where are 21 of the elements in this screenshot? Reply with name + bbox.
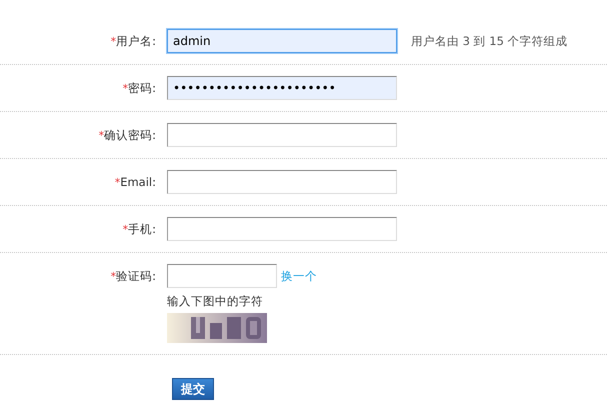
field-label: 验证码: (116, 268, 156, 284)
field-label: Email: (120, 175, 156, 189)
required-mark: * (122, 82, 128, 94)
field-hint: 用户名由 3 到 15 个字符组成 (411, 34, 568, 48)
field-label: 用户名: (116, 34, 156, 48)
input-field[interactable]: admin (167, 29, 397, 53)
input-field[interactable] (167, 264, 277, 288)
input-field[interactable] (167, 123, 397, 147)
input-field[interactable] (167, 170, 397, 194)
field-label: 密码: (128, 80, 156, 96)
required-mark: * (110, 34, 116, 48)
required-mark: * (98, 128, 104, 142)
captcha-instruction: 输入下图中的字符 (167, 294, 264, 309)
submit-button[interactable]: 提交 (172, 378, 214, 400)
required-mark: * (114, 176, 120, 188)
required-mark: * (122, 222, 128, 236)
input-field[interactable] (167, 217, 397, 241)
required-mark: * (110, 270, 116, 282)
field-label: 手机: (128, 222, 156, 236)
input-field[interactable]: ••••••••••••••••••••••• (167, 76, 397, 100)
field-label: 确认密码: (104, 128, 156, 142)
